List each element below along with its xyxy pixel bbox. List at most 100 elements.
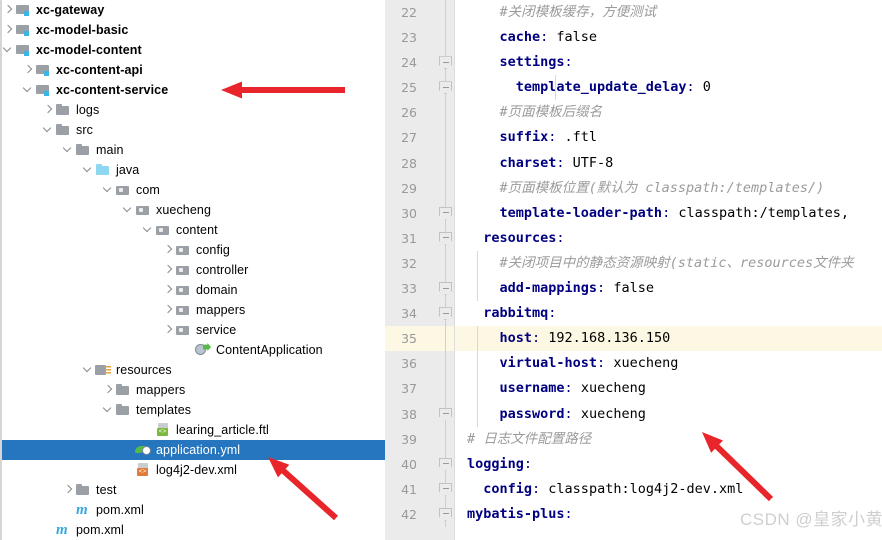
code-line[interactable]: virtual-host: xuecheng (455, 351, 882, 377)
fold-collapse-icon[interactable] (439, 307, 452, 321)
tree-item-xc-model-content[interactable]: xc-model-content (2, 40, 385, 60)
gutter-row[interactable]: 23 (385, 25, 455, 51)
chevron-right-icon[interactable] (2, 0, 15, 20)
tree-item-src[interactable]: src (2, 120, 385, 140)
gutter-row[interactable]: 24 (385, 50, 455, 76)
code-line[interactable]: add-mappings: false (455, 276, 882, 302)
tree-item-com[interactable]: com (2, 180, 385, 200)
code-content-area[interactable]: #关闭模板缓存，方便测试 cache: false settings: temp… (455, 0, 882, 540)
code-line[interactable]: # 日志文件配置路径 (455, 427, 882, 452)
tree-item-logs[interactable]: logs (2, 100, 385, 120)
code-line[interactable]: settings: (455, 50, 882, 75)
tree-item-pom-xml[interactable]: pom.xml (2, 520, 385, 540)
chevron-down-icon[interactable] (22, 80, 35, 100)
chevron-down-icon[interactable] (122, 200, 135, 220)
code-line[interactable]: #关闭模板缓存，方便测试 (455, 0, 882, 25)
chevron-down-icon[interactable] (42, 120, 55, 140)
gutter-row[interactable]: 31 (385, 225, 455, 251)
gutter-row[interactable]: 22 (385, 0, 455, 26)
chevron-down-icon[interactable] (82, 360, 95, 380)
gutter-row[interactable]: 29 (385, 175, 455, 201)
tree-item-main[interactable]: main (2, 140, 385, 160)
chevron-right-icon[interactable] (162, 240, 175, 260)
gutter-row[interactable]: 27 (385, 125, 455, 151)
chevron-right-icon[interactable] (162, 260, 175, 280)
tree-item-config[interactable]: config (2, 240, 385, 260)
code-line[interactable]: #页面模板后缀名 (455, 100, 882, 125)
code-line[interactable]: #页面模板位置(默认为 classpath:/templates/) (455, 176, 882, 201)
chevron-right-icon[interactable] (2, 20, 15, 40)
tree-item-controller[interactable]: controller (2, 260, 385, 280)
chevron-down-icon[interactable] (102, 180, 115, 200)
tree-item-service[interactable]: service (2, 320, 385, 340)
gutter-row[interactable]: 28 (385, 150, 455, 176)
editor-gutter[interactable]: 22 23 24 25 26 27 28 29 30 31 32 33 34 35 36 37 38 39 40 41… (385, 0, 455, 540)
fold-collapse-icon[interactable] (439, 231, 452, 245)
gutter-row[interactable]: 39 (385, 426, 455, 452)
gutter-row[interactable]: 40 (385, 451, 455, 477)
tree-item-xc-content-service[interactable]: xc-content-service (2, 80, 385, 100)
gutter-row[interactable]: 37 (385, 376, 455, 402)
fold-collapse-icon[interactable] (439, 507, 452, 521)
project-tree[interactable]: xc-gateway xc-model-basic xc-model-content… (2, 0, 385, 540)
tree-item-content[interactable]: content (2, 220, 385, 240)
fold-collapse-icon[interactable] (439, 482, 452, 496)
tree-item-domain[interactable]: domain (2, 280, 385, 300)
tree-item-test[interactable]: test (2, 480, 385, 500)
code-line[interactable]: logging: (455, 452, 882, 477)
chevron-right-icon[interactable] (162, 300, 175, 320)
code-line[interactable]: resources: (455, 226, 882, 251)
gutter-row[interactable]: 42 (385, 501, 455, 527)
tree-item-xc-model-basic[interactable]: xc-model-basic (2, 20, 385, 40)
tree-item-xc-content-api[interactable]: xc-content-api (2, 60, 385, 80)
code-line[interactable]: config: classpath:log4j2-dev.xml (455, 477, 882, 502)
gutter-row[interactable]: 30 (385, 200, 455, 226)
code-line[interactable]: suffix: .ftl (455, 125, 882, 150)
chevron-right-icon[interactable] (162, 320, 175, 340)
tree-item-mappers[interactable]: mappers (2, 380, 385, 400)
gutter-row[interactable]: 41 (385, 476, 455, 502)
chevron-down-icon[interactable] (82, 160, 95, 180)
chevron-down-icon[interactable] (2, 40, 15, 60)
tree-item-resources[interactable]: resources (2, 360, 385, 380)
fold-collapse-icon[interactable] (439, 407, 452, 421)
tree-item-learing-article-ftl[interactable]: learing_article.ftl (2, 420, 385, 440)
code-line[interactable]: template-loader-path: classpath:/templat… (455, 201, 882, 226)
fold-collapse-icon[interactable] (439, 56, 452, 70)
tree-item-java[interactable]: java (2, 160, 385, 180)
chevron-down-icon[interactable] (102, 400, 115, 420)
fold-collapse-icon[interactable] (439, 282, 452, 296)
code-line[interactable]: cache: false (455, 25, 882, 50)
chevron-down-icon[interactable] (142, 220, 155, 240)
tree-item-pom-xml[interactable]: pom.xml (2, 500, 385, 520)
chevron-right-icon[interactable] (42, 100, 55, 120)
gutter-row[interactable]: 36 (385, 351, 455, 377)
tree-item-mappers[interactable]: mappers (2, 300, 385, 320)
code-line[interactable]: rabbitmq: (455, 301, 882, 326)
tree-item-application-yml[interactable]: application.yml (2, 440, 385, 460)
tree-item-templates[interactable]: templates (2, 400, 385, 420)
gutter-row[interactable]: 32 (385, 250, 455, 277)
code-line[interactable]: charset: UTF-8 (455, 151, 882, 176)
code-line[interactable]: username: xuecheng (455, 376, 882, 402)
tree-item-xc-gateway[interactable]: xc-gateway (2, 0, 385, 20)
fold-collapse-icon[interactable] (439, 81, 452, 95)
chevron-right-icon[interactable] (162, 280, 175, 300)
code-line[interactable]: #关闭项目中的静态资源映射(static、resources文件夹 (455, 250, 882, 277)
chevron-down-icon[interactable] (62, 140, 75, 160)
fold-collapse-icon[interactable] (439, 206, 452, 220)
code-line[interactable]: password: xuecheng (455, 401, 882, 427)
gutter-row[interactable]: 38 (385, 401, 455, 427)
gutter-row[interactable]: 33 (385, 276, 455, 302)
code-line[interactable]: mybatis-plus: (455, 502, 882, 527)
tree-item-xuecheng[interactable]: xuecheng (2, 200, 385, 220)
code-line[interactable]: template_update_delay: 0 (455, 75, 882, 101)
gutter-row[interactable]: 25 (385, 75, 455, 101)
code-line[interactable]: host: 192.168.136.150 (455, 326, 882, 352)
gutter-row[interactable]: 35 (385, 326, 455, 352)
chevron-right-icon[interactable] (102, 380, 115, 400)
tree-item-contentapplication[interactable]: ContentApplication (2, 340, 385, 360)
tree-item-log4j2-dev-xml[interactable]: log4j2-dev.xml (2, 460, 385, 480)
gutter-row[interactable]: 34 (385, 301, 455, 327)
gutter-row[interactable]: 26 (385, 100, 455, 126)
